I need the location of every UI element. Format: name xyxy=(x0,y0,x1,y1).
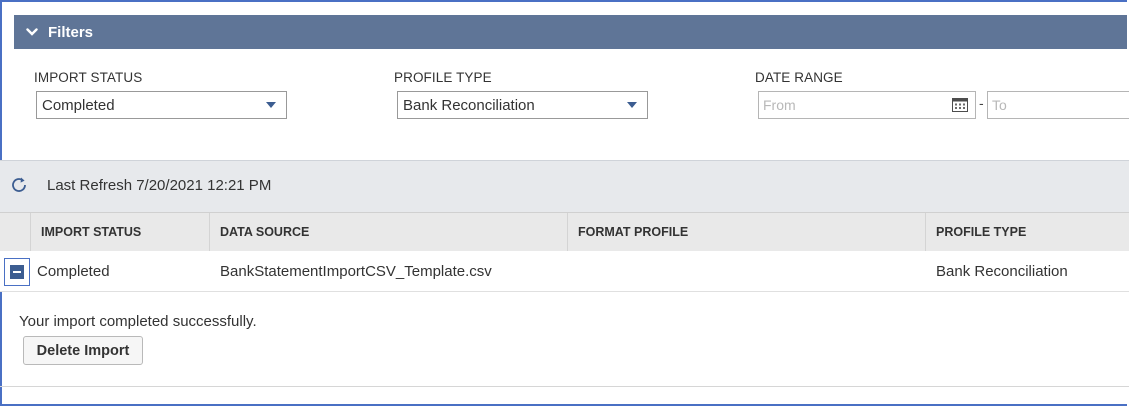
column-header-profile-type[interactable]: PROFILE TYPE xyxy=(925,213,1129,251)
divider xyxy=(0,386,1129,387)
column-header-import-status[interactable]: IMPORT STATUS xyxy=(30,213,209,251)
minus-icon xyxy=(10,265,24,279)
table-header: IMPORT STATUS DATA SOURCE FORMAT PROFILE… xyxy=(0,212,1129,252)
column-header-data-source[interactable]: DATA SOURCE xyxy=(209,213,567,251)
profile-type-value: Bank Reconciliation xyxy=(403,96,535,114)
import-status-value: Completed xyxy=(42,96,115,114)
import-status-select[interactable]: Completed xyxy=(36,91,287,119)
profile-type-label: PROFILE TYPE xyxy=(394,70,492,85)
import-status-label: IMPORT STATUS xyxy=(34,70,143,85)
column-header-format-profile[interactable]: FORMAT PROFILE xyxy=(567,213,925,251)
import-success-message: Your import completed successfully. xyxy=(19,313,257,330)
refresh-icon[interactable] xyxy=(9,175,29,200)
date-to-placeholder: To xyxy=(992,97,1007,113)
date-range-separator: - xyxy=(979,95,984,111)
date-from-placeholder: From xyxy=(763,97,796,113)
table-row[interactable]: Completed BankStatementImportCSV_Templat… xyxy=(0,251,1129,292)
chevron-down-icon xyxy=(26,27,38,37)
dropdown-caret-icon xyxy=(627,102,637,108)
filters-title: Filters xyxy=(48,23,94,41)
calendar-icon[interactable] xyxy=(952,97,968,117)
delete-import-button[interactable]: Delete Import xyxy=(23,336,143,365)
filters-header[interactable]: Filters xyxy=(14,15,1127,49)
cell-profile-type: Bank Reconciliation xyxy=(936,262,1068,280)
date-range-label: DATE RANGE xyxy=(755,70,843,85)
date-to-input[interactable]: To xyxy=(987,91,1129,119)
cell-data-source: BankStatementImportCSV_Template.csv xyxy=(220,262,492,280)
last-refresh-text: Last Refresh 7/20/2021 12:21 PM xyxy=(47,177,272,194)
dropdown-caret-icon xyxy=(266,102,276,108)
profile-type-select[interactable]: Bank Reconciliation xyxy=(397,91,648,119)
date-from-input[interactable]: From xyxy=(758,91,976,119)
collapse-row-button[interactable] xyxy=(4,258,30,286)
cell-import-status: Completed xyxy=(37,262,110,280)
